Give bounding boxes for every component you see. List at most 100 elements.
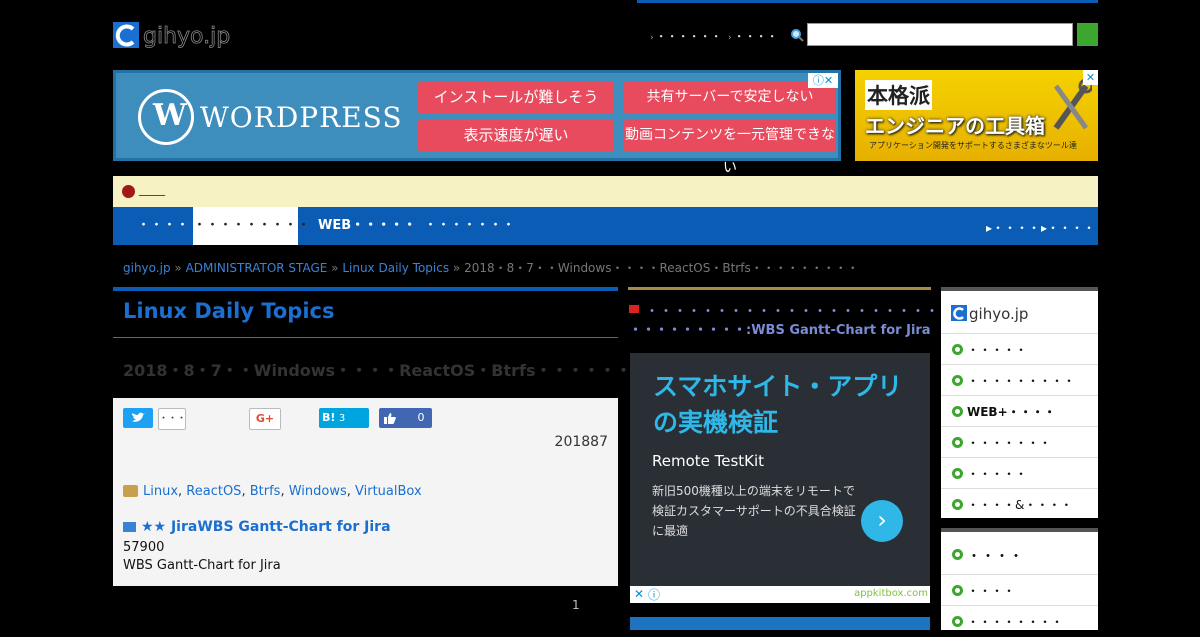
wordpress-logo-icon: W xyxy=(138,89,194,145)
top-accent-line xyxy=(637,0,1098,3)
notice-bar: ____ xyxy=(113,176,1098,207)
sidebar-item-5-label: ・・・・・ xyxy=(967,467,1028,481)
sidebar-site-menu: gihyo.jp ・・・・・ ・・・・・・・・・ WEB+・・・・ ・・・・・・… xyxy=(941,287,1098,518)
kit-ad-description: 新旧500機種以上の端末をリモートで検証カスタマーサポートの不具合検証に最適 xyxy=(652,484,856,538)
facebook-like-button[interactable]: 0 xyxy=(379,408,432,428)
sidebar-box2-title[interactable]: ・・・・ xyxy=(941,536,1098,572)
nav-item-4[interactable]: ・・・・・・・ xyxy=(424,207,515,245)
breadcrumb-current: 2018・8・7・・Windows・・・・ReactOS・Btrfs・・・・・・… xyxy=(464,261,859,275)
sidebar-box2-item-2-label: ・・・・・・・・ xyxy=(967,615,1064,629)
toolbox-ad-line2: エンジニアの工具箱 xyxy=(865,114,1045,138)
sidebar-gihyo-logo[interactable]: gihyo.jp xyxy=(951,303,1046,323)
sidebar-item-2-label: ・・・・・・・・・ xyxy=(967,374,1076,388)
breadcrumb-category[interactable]: Linux Daily Topics xyxy=(342,261,449,275)
main-top-rule xyxy=(113,287,618,291)
tag-link[interactable]: ReactOS xyxy=(186,484,241,499)
sidebar-item-5[interactable]: ・・・・・ xyxy=(941,457,1098,489)
kit-ad-title: スマホサイト・アプリの実機検証 xyxy=(653,372,903,437)
bullet-icon xyxy=(952,616,963,627)
promo-link-line2[interactable]: ・・・・・・・・・:WBS Gantt-Chart for Jira xyxy=(629,319,931,338)
tag-link[interactable]: Linux xyxy=(143,484,178,499)
breadcrumb: gihyo.jp » ADMINISTRATOR STAGE » Linux D… xyxy=(123,259,859,276)
ad-option-shared-server[interactable]: 共有サーバーで安定しない xyxy=(624,81,836,114)
bullet-icon xyxy=(952,375,963,386)
main-nav: ・・・・・ ・・・・・・・・・ WEB・・・・・ ・・・・・・・ ▸・・・・ ▸… xyxy=(113,207,1098,245)
hatena-icon: B! xyxy=(322,411,336,424)
title-divider xyxy=(113,337,618,338)
ad-option-install[interactable]: インストールが難しそう xyxy=(418,81,614,114)
ad-close-icon[interactable]: ⓘ✕ xyxy=(808,73,838,88)
ad-option-speed[interactable]: 表示速度が遅い xyxy=(418,119,614,152)
google-plus-button[interactable]: G+ xyxy=(249,408,281,430)
nav-sub-link-1[interactable]: ▸・・・・ xyxy=(986,219,1040,236)
promo-link-line1[interactable]: ・・・・・・・・・・・・・・・・・・・・・ xyxy=(645,301,939,321)
bottom-ad-banner[interactable] xyxy=(630,617,930,630)
tag-icon xyxy=(123,485,138,497)
engineer-toolbox-ad[interactable]: 本格派 エンジニアの工具箱 アプリケーション開発をサポートするさまざまなツール達… xyxy=(855,70,1098,161)
sidebar-secondary-menu: ・・・・ ・・・・ ・・・・・・・・ xyxy=(941,528,1098,630)
sidebar-box2-item-1-label: ・・・・ xyxy=(967,584,1016,598)
header-link-2[interactable]: › ・・・・ xyxy=(728,28,778,44)
tag-link[interactable]: VirtualBox xyxy=(355,484,422,499)
article-body: ・・・ G+ B! 3 0 201887 Linux, ReactOS, Btr… xyxy=(113,398,618,586)
bullet-icon xyxy=(952,549,963,560)
breadcrumb-home[interactable]: gihyo.jp xyxy=(123,261,171,275)
nav-sub-link-2-label: ・・・・ xyxy=(1047,221,1096,235)
sidebar-box2-item-2[interactable]: ・・・・・・・・ xyxy=(941,605,1098,637)
sidebar-item-1-label: ・・・・・ xyxy=(967,343,1028,357)
chevron-right-icon[interactable]: › xyxy=(861,500,903,542)
search-button[interactable] xyxy=(1077,23,1098,46)
search-input[interactable] xyxy=(807,23,1073,46)
tweet-button[interactable] xyxy=(123,408,153,428)
wordpress-brand: WORDPRESS xyxy=(200,101,403,134)
sidebar-item-4[interactable]: ・・・・・・・ xyxy=(941,426,1098,458)
header-link-1[interactable]: › ・・・・・・ xyxy=(650,28,722,44)
google-plus-icon: G+ xyxy=(255,412,275,425)
remote-testkit-ad[interactable]: スマホサイト・アプリの実機検証 Remote TestKit 新旧500機種以上… xyxy=(630,353,930,603)
logo-text: gihyo.jp xyxy=(143,24,230,49)
sidebar-item-1[interactable]: ・・・・・ xyxy=(941,333,1098,365)
search-icon xyxy=(791,29,804,42)
page-number[interactable]: 1 xyxy=(572,598,580,612)
header-link-2-label: ・・・・ xyxy=(733,30,778,43)
bullet-icon xyxy=(952,585,963,596)
nav-item-3[interactable]: WEB・・・・・ xyxy=(318,207,416,245)
close-icon[interactable]: ✕ xyxy=(634,587,644,601)
breadcrumb-sep: » xyxy=(331,261,339,275)
ad-option-video[interactable]: 動画コンテンツを一元管理できない xyxy=(624,119,836,176)
article-title: 2018・8・7・・Windows・・・・ReactOS・Btrfs・・・・・・… xyxy=(123,361,680,380)
tag-link[interactable]: Windows xyxy=(289,484,347,499)
breadcrumb-sep: » xyxy=(174,261,182,275)
sidebar-item-3[interactable]: WEB+・・・・ xyxy=(941,395,1098,427)
breadcrumb-section[interactable]: ADMINISTRATOR STAGE xyxy=(186,261,328,275)
sidebar-item-6-label: ・・・・&・・・・ xyxy=(967,498,1073,512)
wrench-icon xyxy=(1053,78,1092,130)
related-promo-link[interactable]: ★★ JiraWBS Gantt-Chart for Jira xyxy=(141,519,391,535)
nav-sub-link-2[interactable]: ▸・・・・ xyxy=(1041,219,1095,236)
sidebar-logo-text: gihyo.jp xyxy=(969,305,1028,323)
sidebar-item-6[interactable]: ・・・・&・・・・ xyxy=(941,488,1098,520)
tag-link[interactable]: Btrfs xyxy=(250,484,281,499)
ad-close-icon[interactable]: ✕ xyxy=(1083,70,1098,85)
bullet-icon xyxy=(952,468,963,479)
nav-item-2-active[interactable]: ・・・・・・・・・ xyxy=(193,207,310,245)
hatena-bookmark-button[interactable]: B! 3 xyxy=(319,408,369,428)
bullet-icon xyxy=(952,406,963,417)
video-icon xyxy=(123,522,136,532)
sidebar-item-2[interactable]: ・・・・・・・・・ xyxy=(941,364,1098,396)
notice-link[interactable]: ____ xyxy=(139,182,165,197)
header-link-1-label: ・・・・・・ xyxy=(655,30,722,43)
kit-ad-footer: ✕ ⓘ appkitbox.com xyxy=(630,586,930,603)
kit-ad-product: Remote TestKit xyxy=(652,452,765,470)
sidebar-box2-item-1[interactable]: ・・・・ xyxy=(941,574,1098,606)
bullet-icon xyxy=(952,344,963,355)
category-title[interactable]: Linux Daily Topics xyxy=(123,299,334,323)
bullet-icon: › xyxy=(728,33,732,43)
flag-icon xyxy=(629,305,639,313)
kit-ad-domain[interactable]: appkitbox.com xyxy=(854,588,928,599)
toolbox-ad-line1: 本格派 xyxy=(865,80,932,110)
publish-date: 201887 xyxy=(554,434,608,450)
wordpress-ad-banner[interactable]: W WORDPRESS インストールが難しそう 共有サーバーで安定しない 表示速… xyxy=(113,70,841,176)
info-icon[interactable]: ⓘ xyxy=(648,586,660,603)
gihyo-logo[interactable]: gihyo.jp xyxy=(113,20,255,50)
